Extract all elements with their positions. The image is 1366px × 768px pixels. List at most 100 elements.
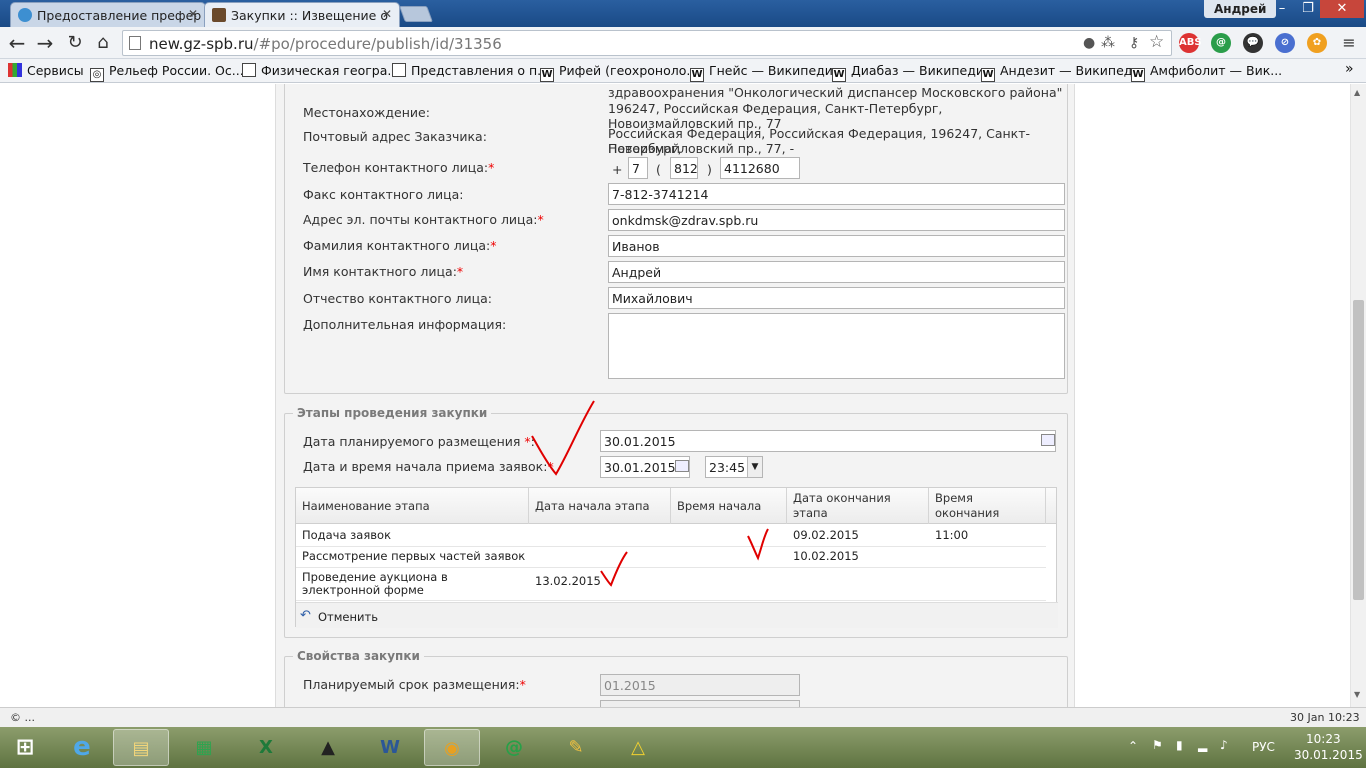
extra-info-textarea[interactable] <box>608 313 1065 379</box>
menu-icon[interactable]: ≡ <box>1338 32 1360 54</box>
tab-title: Закупки :: Извещение о <box>231 8 388 23</box>
extra-info-label: Дополнительная информация: <box>303 317 507 332</box>
scroll-down-icon[interactable]: ▼ <box>1354 690 1360 699</box>
bookmark-item[interactable]: W Андезит — Википед... <box>981 63 1144 82</box>
col-stage-name[interactable]: Наименование этапа <box>296 488 529 524</box>
email-input[interactable]: onkdmsk@zdrav.spb.ru <box>608 209 1065 231</box>
bookmark-item[interactable]: Представления о п... <box>392 63 549 78</box>
tab-preferences[interactable]: Предоставление префер ✕ <box>10 2 206 27</box>
bookmark-item[interactable]: W Рифей (геохроноло... <box>540 63 698 82</box>
bookmark-item[interactable]: ◎ Рельеф России. Ос... <box>90 63 244 82</box>
term-input[interactable]: 01.2015 <box>600 674 800 696</box>
browser-tab-strip: Предоставление префер ✕ Закупки :: Извещ… <box>0 0 1366 27</box>
page-icon <box>129 36 141 50</box>
wikipedia-icon: W <box>981 68 995 82</box>
chevron-down-icon[interactable]: ▼ <box>747 457 762 477</box>
new-tab-button[interactable] <box>399 6 433 22</box>
page-icon <box>242 63 256 77</box>
page-viewport: здравоохранения "Онкологический диспансе… <box>0 84 1350 707</box>
block-icon[interactable]: ⊘ <box>1275 33 1295 53</box>
reload-icon[interactable]: ↻ <box>64 32 86 54</box>
fax-input[interactable]: 7-812-3741214 <box>608 183 1065 205</box>
url-text[interactable]: new.gz-spb.ru/#po/procedure/publish/id/3… <box>149 35 502 53</box>
bookmark-apps[interactable]: Сервисы <box>8 63 84 78</box>
calendar-icon[interactable] <box>1041 434 1055 446</box>
phone-country-input[interactable]: 7 <box>628 157 648 179</box>
ie-icon[interactable]: e <box>54 729 110 766</box>
chrome-icon[interactable]: ◉ <box>424 729 480 766</box>
term-label: Планируемый срок размещения:* <box>303 677 526 692</box>
language-indicator[interactable]: РУС <box>1252 740 1275 754</box>
table-row[interactable]: Проведение аукциона в электронной форме … <box>296 568 1046 601</box>
bookmark-item[interactable]: Физическая геогра... <box>242 63 399 78</box>
phone-paren-open: ( <box>656 162 661 177</box>
properties-fieldset: Свойства закупки Планируемый срок размещ… <box>284 649 1068 707</box>
paw-icon[interactable]: ✿ <box>1307 33 1327 53</box>
store-icon[interactable]: ▦ <box>176 729 232 766</box>
phone-code-input[interactable]: 812 <box>670 157 698 179</box>
next-field-input[interactable] <box>600 700 800 707</box>
excel-icon[interactable]: X <box>238 729 294 766</box>
clock-time[interactable]: 10:23 <box>1306 732 1341 746</box>
plan-date-input[interactable]: 30.01.2015 <box>600 430 1056 452</box>
grammarly-icon[interactable]: @ <box>1211 33 1231 53</box>
window-close-icon[interactable]: ✕ <box>1320 0 1364 18</box>
restore-icon[interactable]: ❐ <box>1296 0 1320 18</box>
globe-icon <box>18 8 32 22</box>
undo-icon[interactable]: ↶ <box>300 608 311 623</box>
windows-start-icon[interactable]: ⊞ <box>0 729 50 766</box>
col-start-time[interactable]: Время начала <box>671 488 787 524</box>
profile-name[interactable]: Андрей <box>1204 0 1277 18</box>
address-bar[interactable]: new.gz-spb.ru/#po/procedure/publish/id/3… <box>122 30 1172 56</box>
flag-icon[interactable]: ⚑ <box>1152 738 1163 752</box>
stages-legend: Этапы проведения закупки <box>293 406 492 420</box>
lastname-input[interactable]: Иванов <box>608 235 1065 257</box>
firstname-input[interactable]: Андрей <box>608 261 1065 283</box>
more-bookmarks-icon[interactable]: » <box>1345 61 1354 77</box>
clock-date[interactable]: 30.01.2015 <box>1294 748 1363 762</box>
tray-arrow-icon[interactable]: ⌃ <box>1128 739 1138 753</box>
explorer-icon[interactable]: ▤ <box>113 729 169 766</box>
page-scrollbar[interactable]: ▲ ▼ <box>1350 84 1366 707</box>
volume-icon[interactable]: ♪ <box>1220 738 1228 752</box>
cancel-button[interactable]: Отменить <box>318 610 378 624</box>
scroll-up-icon[interactable]: ▲ <box>1354 88 1360 97</box>
chat-icon[interactable]: 💬 <box>1243 33 1263 53</box>
col-start-date[interactable]: Дата начала этапа <box>529 488 671 524</box>
table-row[interactable]: Подача заявок 09.02.2015 11:00 <box>296 526 1046 547</box>
word-icon[interactable]: W <box>362 729 418 766</box>
scroll-thumb[interactable] <box>1353 300 1364 600</box>
tab-procurement[interactable]: Закупки :: Извещение о ✕ <box>204 2 400 27</box>
key-icon[interactable]: ⚷ <box>1129 35 1139 51</box>
bookmark-item[interactable]: W Диабаз — Википедия <box>832 63 992 82</box>
lightbulb-icon[interactable]: ● <box>1083 35 1095 51</box>
bookmark-item[interactable]: W Гнейс — Википедия <box>690 63 840 82</box>
patronymic-label: Отчество контактного лица: <box>303 291 492 306</box>
phone-number-input[interactable]: 4112680 <box>720 157 800 179</box>
firstname-label: Имя контактного лица:* <box>303 264 464 279</box>
contact-fieldset: здравоохранения "Онкологический диспансе… <box>284 84 1068 394</box>
adblock-icon[interactable]: ABS <box>1179 33 1202 53</box>
close-icon[interactable]: ✕ <box>382 7 392 21</box>
close-icon[interactable]: ✕ <box>188 7 198 21</box>
forward-icon[interactable]: → <box>34 32 56 54</box>
back-icon[interactable]: ← <box>6 32 28 54</box>
paint-icon[interactable]: ✎ <box>548 729 604 766</box>
minimize-icon[interactable]: – <box>1268 0 1296 18</box>
mail-agent-icon[interactable]: @ <box>486 729 542 766</box>
table-row[interactable]: Рассмотрение первых частей заявок 10.02.… <box>296 547 1046 568</box>
bookmark-item[interactable]: W Амфиболит — Вик... <box>1131 63 1282 82</box>
network-icon[interactable]: ▂ <box>1198 738 1207 752</box>
home-icon[interactable]: ⌂ <box>92 32 114 54</box>
col-end-time[interactable]: Время окончания <box>929 488 1046 524</box>
wikipedia-icon: W <box>832 68 846 82</box>
patronymic-input[interactable]: Михайлович <box>608 287 1065 309</box>
calendar-icon[interactable] <box>675 460 689 472</box>
battery-icon[interactable]: ▮ <box>1176 738 1183 752</box>
star-icon[interactable]: ☆ <box>1149 32 1164 52</box>
properties-legend: Свойства закупки <box>293 649 424 663</box>
translate-icon[interactable]: ⁂ <box>1101 35 1115 51</box>
app-icon[interactable]: ▲ <box>300 729 356 766</box>
col-end-date[interactable]: Дата окончания этапа <box>787 488 929 524</box>
drive-icon[interactable]: △ <box>610 729 666 766</box>
